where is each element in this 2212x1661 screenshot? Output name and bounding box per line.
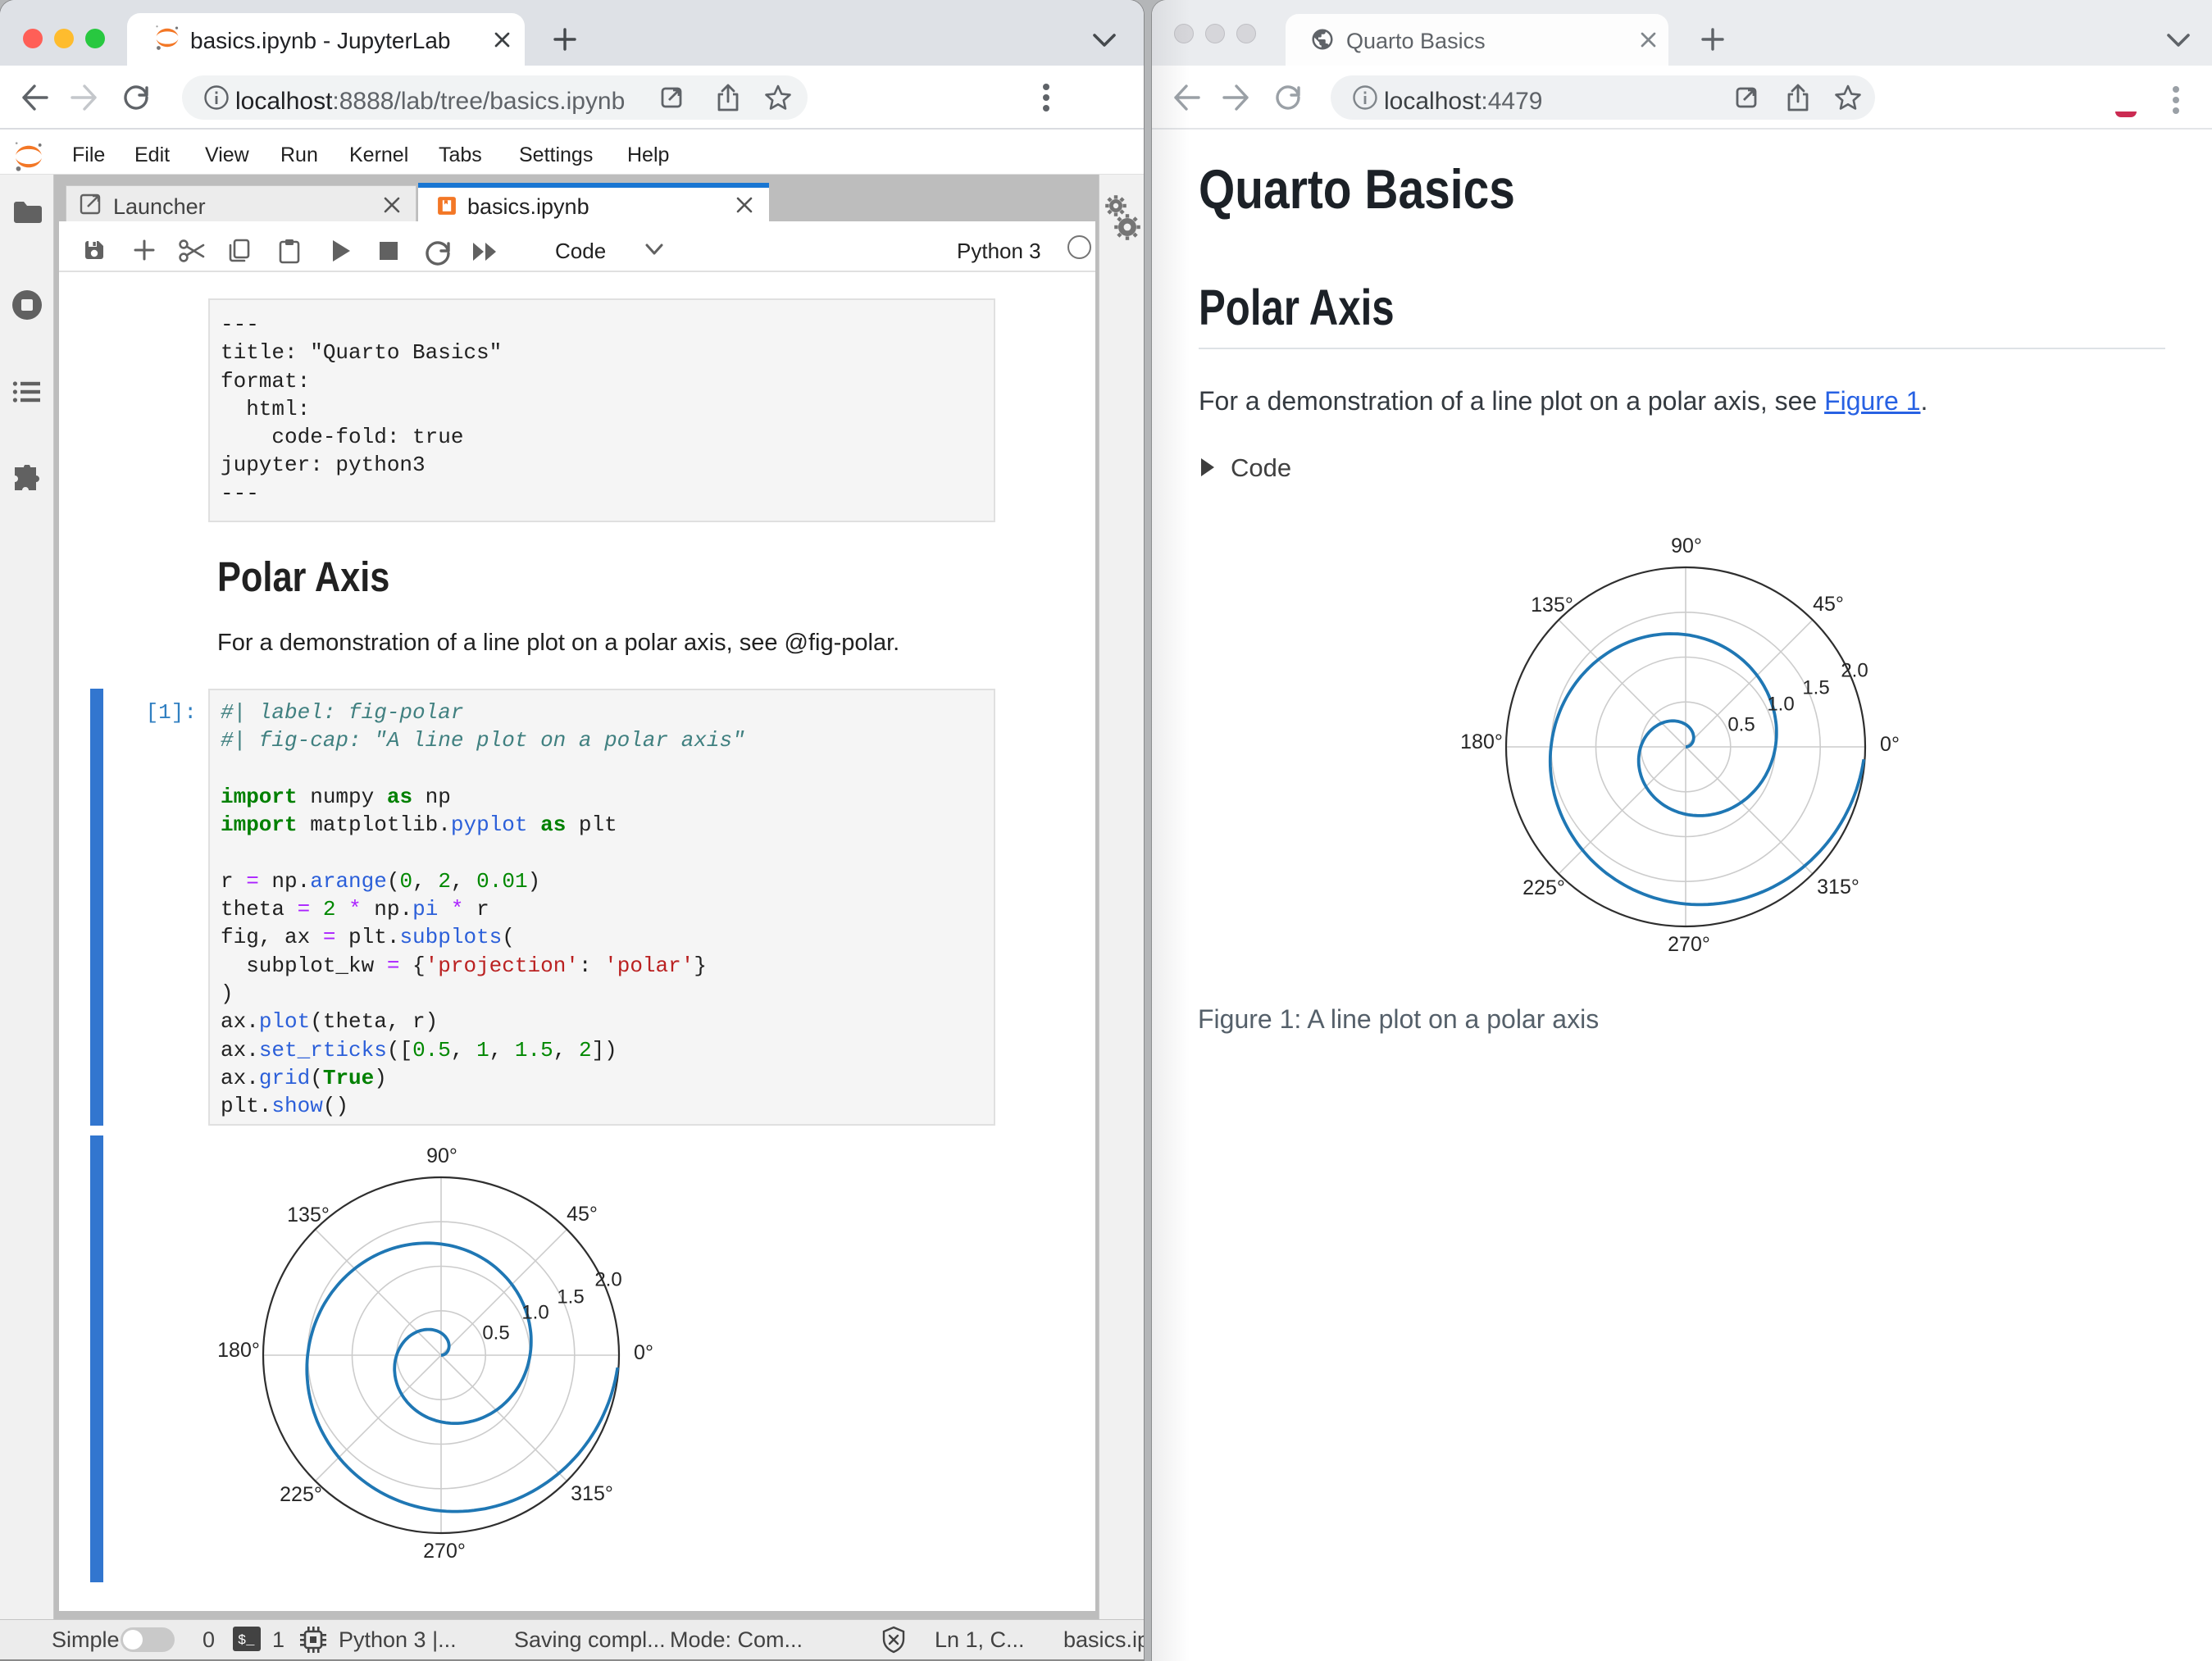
- svg-text:225°: 225°: [280, 1483, 322, 1506]
- svg-text:135°: 135°: [287, 1204, 330, 1226]
- svg-text:1.5: 1.5: [1802, 677, 1829, 699]
- svg-text:2.0: 2.0: [594, 1269, 621, 1291]
- svg-text:45°: 45°: [567, 1203, 598, 1226]
- svg-text:45°: 45°: [1813, 593, 1844, 616]
- svg-text:0.5: 0.5: [482, 1322, 509, 1345]
- svg-text:180°: 180°: [217, 1339, 260, 1362]
- svg-text:315°: 315°: [1817, 876, 1859, 899]
- svg-text:2.0: 2.0: [1841, 660, 1868, 682]
- svg-text:225°: 225°: [1522, 876, 1565, 899]
- svg-text:1.0: 1.0: [521, 1302, 548, 1324]
- svg-text:$_: $_: [238, 1633, 255, 1649]
- svg-text:270°: 270°: [423, 1540, 466, 1563]
- svg-text:270°: 270°: [1668, 933, 1710, 956]
- svg-text:180°: 180°: [1460, 730, 1503, 753]
- svg-text:0°: 0°: [1880, 733, 1900, 756]
- svg-text:315°: 315°: [571, 1482, 613, 1505]
- svg-text:1.0: 1.0: [1767, 694, 1794, 716]
- svg-text:135°: 135°: [1531, 594, 1573, 617]
- svg-text:90°: 90°: [426, 1144, 457, 1167]
- svg-text:0.5: 0.5: [1727, 714, 1755, 736]
- svg-text:0°: 0°: [634, 1341, 653, 1364]
- svg-text:90°: 90°: [1671, 535, 1702, 557]
- svg-text:1.5: 1.5: [557, 1286, 584, 1308]
